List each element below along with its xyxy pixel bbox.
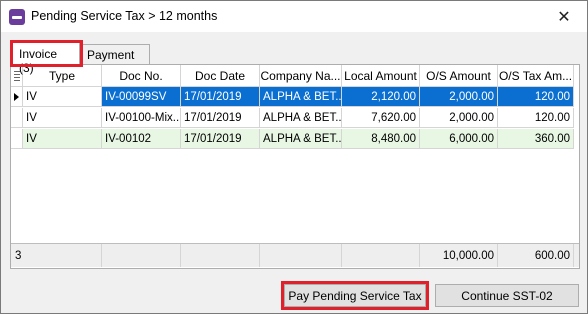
cell-os-tax[interactable]: 120.00 — [498, 87, 574, 106]
grid-footer: 3 10,000.00 600.00 — [11, 243, 579, 267]
row-indicator — [11, 108, 23, 127]
cell-company[interactable]: ALPHA & BET... — [260, 129, 342, 148]
cell-doc-date[interactable]: 17/01/2019 — [181, 108, 260, 127]
header-type[interactable]: Type — [23, 65, 102, 86]
cell-os-tax[interactable]: 360.00 — [498, 129, 574, 148]
current-row-arrow-icon — [14, 92, 19, 101]
cell-type[interactable]: IV — [23, 129, 102, 148]
row-indicator — [11, 87, 23, 106]
footer-empty — [181, 244, 260, 267]
table-row[interactable]: IV IV-00100-Mix... 17/01/2019 ALPHA & BE… — [11, 108, 574, 128]
footer-os-amount-total: 10,000.00 — [420, 244, 498, 267]
cell-doc-date[interactable]: 17/01/2019 — [181, 87, 260, 106]
title-bar: Pending Service Tax > 12 months ✕ — [1, 1, 587, 32]
cell-local-amount[interactable]: 8,480.00 — [342, 129, 420, 148]
header-os-amount[interactable]: O/S Amount — [420, 65, 498, 86]
footer-empty — [342, 244, 420, 267]
cell-company[interactable]: ALPHA & BET... — [260, 87, 342, 106]
footer-row-count: 3 — [11, 244, 102, 267]
cell-doc-no[interactable]: IV-00099SV — [102, 87, 181, 106]
cell-local-amount[interactable]: 7,620.00 — [342, 108, 420, 127]
header-os-tax[interactable]: O/S Tax Am... — [498, 65, 574, 86]
header-company[interactable]: Company Na... — [260, 65, 342, 86]
cell-company[interactable]: ALPHA & BET... — [260, 108, 342, 127]
highlight-pay-button — [281, 281, 429, 310]
app-icon — [9, 9, 25, 25]
cell-type[interactable]: IV — [23, 108, 102, 127]
footer-empty — [260, 244, 342, 267]
cell-type[interactable]: IV — [23, 87, 102, 106]
cell-os-amount[interactable]: 2,000.00 — [420, 108, 498, 127]
header-doc-date[interactable]: Doc Date — [181, 65, 260, 86]
footer-empty — [102, 244, 181, 267]
header-local-amount[interactable]: Local Amount — [342, 65, 420, 86]
continue-sst-02-button[interactable]: Continue SST-02 — [435, 284, 579, 307]
window-title: Pending Service Tax > 12 months — [31, 9, 218, 23]
close-icon: ✕ — [557, 8, 571, 26]
table-row[interactable]: IV IV-00099SV 17/01/2019 ALPHA & BET... … — [11, 87, 574, 107]
tab-strip: Invoice (3) Payment (1) — [10, 42, 580, 76]
table-row[interactable]: IV IV-00102 17/01/2019 ALPHA & BET... 8,… — [11, 129, 574, 149]
cell-os-amount[interactable]: 6,000.00 — [420, 129, 498, 148]
footer-os-tax-total: 600.00 — [498, 244, 574, 267]
cell-doc-date[interactable]: 17/01/2019 — [181, 129, 260, 148]
header-doc-no[interactable]: Doc No. — [102, 65, 181, 86]
invoice-grid: Type Doc No. Doc Date Company Na... Loca… — [11, 65, 579, 268]
tab-payment[interactable]: Payment (1) — [80, 44, 150, 76]
grid-header: Type Doc No. Doc Date Company Na... Loca… — [11, 65, 574, 87]
invoice-panel: Type Doc No. Doc Date Company Na... Loca… — [10, 64, 580, 269]
cell-doc-no[interactable]: IV-00100-Mix... — [102, 108, 181, 127]
row-indicator — [11, 129, 23, 148]
cell-doc-no[interactable]: IV-00102 — [102, 129, 181, 148]
highlight-invoice-tab — [10, 40, 83, 67]
dialog-window: Pending Service Tax > 12 months ✕ Invoic… — [0, 0, 588, 314]
cell-local-amount[interactable]: 2,120.00 — [342, 87, 420, 106]
cell-os-amount[interactable]: 2,000.00 — [420, 87, 498, 106]
cell-os-tax[interactable]: 120.00 — [498, 108, 574, 127]
close-button[interactable]: ✕ — [541, 1, 587, 32]
